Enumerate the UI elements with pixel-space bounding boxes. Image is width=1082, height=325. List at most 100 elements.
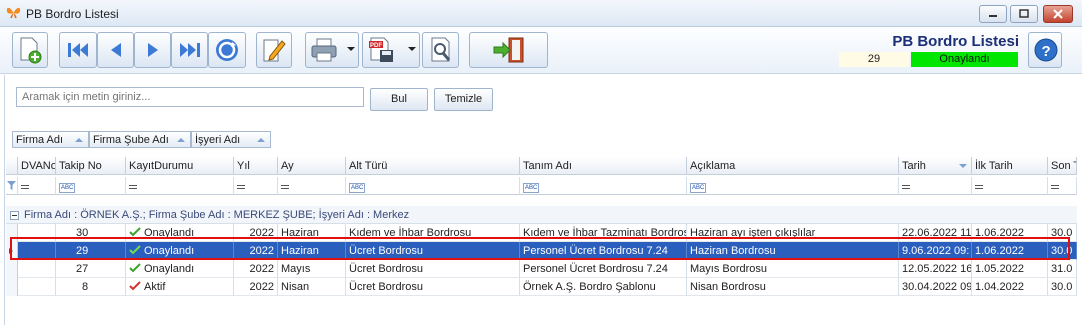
chevron-down-icon <box>347 47 355 51</box>
group-chip-firma-sube-adi[interactable]: Firma Şube Adı <box>89 131 191 148</box>
search-settings-button[interactable] <box>422 32 459 68</box>
group-chip-isyeri-adi[interactable]: İşyeri Adı <box>191 131 271 148</box>
column-header-dvano[interactable]: DVANo <box>18 157 56 175</box>
row-indicator[interactable] <box>6 260 18 278</box>
next-record-icon <box>147 43 158 57</box>
cell-kayit-durumu: Aktif <box>126 278 234 296</box>
maximize-button[interactable] <box>1010 5 1038 23</box>
equals-icon <box>902 185 910 189</box>
first-record-icon <box>68 43 88 57</box>
column-header-alt-turu[interactable]: Alt Türü <box>346 157 520 175</box>
cell-aciklama: Haziran Bordrosu <box>687 242 899 260</box>
column-header-ay[interactable]: Ay <box>278 157 346 175</box>
cell-ay: Mayıs <box>278 260 346 278</box>
cell-tarih: 22.06.2022 11 <box>899 224 972 242</box>
pdf-export-icon: PDF <box>369 37 393 62</box>
equals-icon <box>281 185 289 189</box>
exit-button[interactable] <box>469 32 548 68</box>
column-header-son-tarih[interactable]: Son T <box>1048 157 1077 175</box>
cell-aciklama: Mayıs Bordrosu <box>687 260 899 278</box>
column-header-tarih[interactable]: Tarih <box>899 157 972 175</box>
checkmark-icon <box>129 281 141 291</box>
equals-icon <box>975 185 983 189</box>
data-grid: DVANo Takip No KayıtDurumu Yıl Ay Alt Tü… <box>6 157 1077 325</box>
text-filter-icon: ABC <box>59 183 76 193</box>
cell-kayit-durumu: Onaylandı <box>126 224 234 242</box>
cell-son-tarih: 30.0 <box>1048 242 1077 260</box>
filter-icon[interactable] <box>6 177 18 195</box>
svg-text:PDF: PDF <box>370 43 382 49</box>
row-indicator[interactable] <box>6 278 18 296</box>
search-settings-icon <box>431 37 450 62</box>
last-record-button[interactable] <box>171 32 208 68</box>
checkmark-icon <box>129 263 141 273</box>
next-record-button[interactable] <box>134 32 171 68</box>
cell-dvano <box>18 260 56 278</box>
column-header-ilk-tarih[interactable]: İlk Tarih <box>972 157 1048 175</box>
group-row[interactable]: Firma Adı : ÖRNEK A.Ş.; Firma Şube Adı :… <box>6 206 1077 224</box>
cell-tanim-adi: Kıdem ve İhbar Tazminatı Bordros <box>520 224 687 242</box>
text-filter-icon: ABC <box>523 183 540 193</box>
column-header-tarih-label: Tarih <box>902 160 926 172</box>
cell-alt-turu: Ücret Bordrosu <box>346 242 520 260</box>
row-indicator[interactable] <box>6 242 18 260</box>
filter-cell-kayit-durumu[interactable] <box>126 177 234 195</box>
collapse-icon[interactable] <box>10 211 19 220</box>
group-row-label: Firma Adı : ÖRNEK A.Ş.; Firma Şube Adı :… <box>24 209 410 221</box>
help-button[interactable]: ? <box>1028 32 1062 68</box>
cell-tarih: 9.06.2022 09: <box>899 242 972 260</box>
previous-record-button[interactable] <box>97 32 134 68</box>
filter-cell-aciklama[interactable]: ABC <box>687 177 899 195</box>
column-header-aciklama[interactable]: Açıklama <box>687 157 899 175</box>
minimize-button[interactable] <box>979 5 1007 23</box>
cell-tanim-adi: Örnek A.Ş. Bordro Şablonu <box>520 278 687 296</box>
status-badge: Onaylandı <box>911 52 1018 67</box>
search-input[interactable] <box>16 87 364 107</box>
filter-cell-ay[interactable] <box>278 177 346 195</box>
refresh-button[interactable] <box>208 32 246 68</box>
filter-cell-son-tarih[interactable] <box>1048 177 1077 195</box>
page-title: PB Bordro Listesi <box>892 33 1019 50</box>
group-chip-firma-adi[interactable]: Firma Adı <box>12 131 89 148</box>
pdf-export-button[interactable]: PDF <box>362 32 420 68</box>
filter-cell-tarih[interactable] <box>899 177 972 195</box>
filter-cell-tanim-adi[interactable]: ABC <box>520 177 687 195</box>
cell-tanim-adi: Personel Ücret Bordrosu 7.24 <box>520 242 687 260</box>
cell-yil: 2022 <box>234 224 278 242</box>
cell-ilk-tarih: 1.06.2022 <box>972 224 1048 242</box>
cell-dvano <box>18 224 56 242</box>
column-header-kayit-durumu[interactable]: KayıtDurumu <box>126 157 234 175</box>
filter-cell-alt-turu[interactable]: ABC <box>346 177 520 195</box>
new-document-icon <box>20 37 42 64</box>
cell-alt-turu: Kıdem ve İhbar Bordrosu <box>346 224 520 242</box>
equals-icon <box>1051 185 1059 189</box>
filter-cell-dvano[interactable] <box>18 177 56 195</box>
equals-icon <box>237 185 245 189</box>
chevron-down-icon <box>408 47 416 51</box>
find-button[interactable]: Bul <box>370 88 428 111</box>
cell-ay: Haziran <box>278 242 346 260</box>
first-record-button[interactable] <box>59 32 97 68</box>
cell-kayit-durumu: Onaylandı <box>126 242 234 260</box>
edit-button[interactable] <box>256 32 292 68</box>
filter-cell-ilk-tarih[interactable] <box>972 177 1048 195</box>
print-button[interactable] <box>305 32 359 68</box>
filter-cell-yil[interactable] <box>234 177 278 195</box>
column-header-yil[interactable]: Yıl <box>234 157 278 175</box>
status-text: Onaylandı <box>144 245 195 257</box>
close-button[interactable] <box>1043 5 1073 23</box>
column-header-takip-no[interactable]: Takip No <box>56 157 126 175</box>
clear-button[interactable]: Temizle <box>434 88 493 111</box>
print-icon <box>311 38 337 62</box>
row-indicator[interactable] <box>6 224 18 242</box>
cell-aciklama: Nisan Bordrosu <box>687 278 899 296</box>
new-button[interactable] <box>12 32 48 68</box>
equals-icon <box>21 185 29 189</box>
window-title: PB Bordro Listesi <box>26 7 119 21</box>
checkmark-icon <box>129 227 141 237</box>
group-chip-label: Firma Şube Adı <box>93 134 169 146</box>
filter-cell-takip-no[interactable]: ABC <box>56 177 126 195</box>
cell-dvano <box>18 278 56 296</box>
refresh-icon <box>216 39 238 61</box>
column-header-tanim-adi[interactable]: Tanım Adı <box>520 157 687 175</box>
